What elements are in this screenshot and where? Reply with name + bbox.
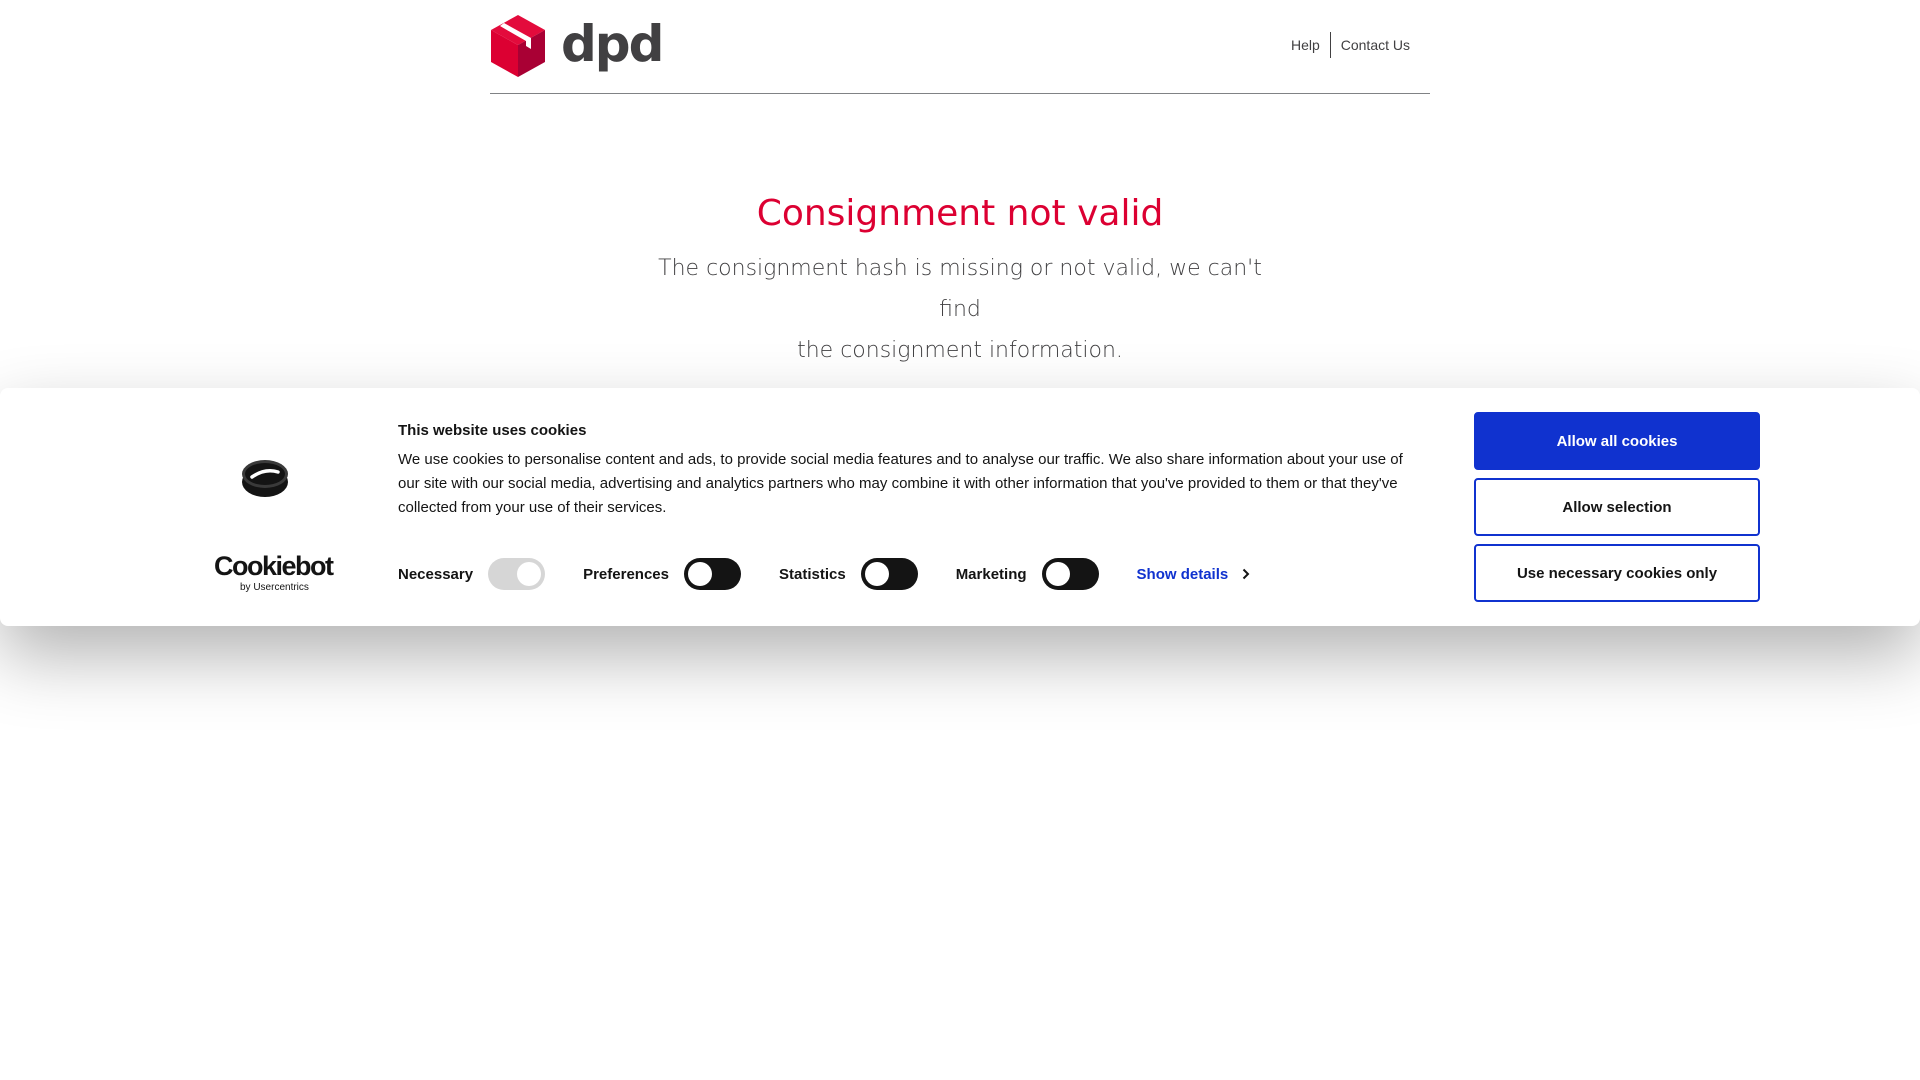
toggle-knob [1045, 562, 1070, 586]
toggle-knob [517, 562, 542, 586]
necessary-label: Necessary [398, 565, 474, 583]
cookiebot-logo: Cookiebot by Usercentrics [200, 458, 334, 608]
show-details-label: Show details [1136, 565, 1229, 583]
dpd-cube-icon [491, 15, 545, 77]
cookiebot-wordmark: Cookiebot [214, 551, 334, 581]
cookiebot-mark-icon [242, 460, 288, 497]
error-title: Consignment not valid [756, 193, 1164, 234]
help-link[interactable]: Help [1281, 32, 1330, 58]
cookiebot-subtext: by Usercentrics [240, 582, 309, 593]
cookie-category-toggles: Necessary Preferences Statistics Marketi… [398, 558, 1250, 590]
toggle-group-preferences: Preferences [583, 558, 741, 590]
toggle-knob [687, 562, 712, 586]
site-header: dpd Help Contact Us [490, 0, 1430, 94]
toggle-group-necessary: Necessary [398, 558, 546, 590]
allow-all-cookies-button[interactable]: Allow all cookies [1474, 412, 1760, 470]
chevron-right-icon [1243, 568, 1250, 580]
preferences-toggle[interactable] [683, 558, 741, 590]
error-message-line-1: The consignment hash is missing or not v… [658, 256, 1262, 322]
toggle-group-statistics: Statistics [779, 558, 918, 590]
preferences-label: Preferences [583, 565, 669, 583]
error-message-line-2: the consignment information. [797, 338, 1123, 363]
necessary-cookies-only-button[interactable]: Use necessary cookies only [1474, 544, 1760, 602]
marketing-toggle[interactable] [1041, 558, 1099, 590]
toggle-knob [864, 562, 889, 586]
contact-us-link[interactable]: Contact Us [1331, 32, 1410, 58]
marketing-label: Marketing [955, 565, 1027, 583]
statistics-label: Statistics [778, 565, 846, 583]
toggle-group-marketing: Marketing [956, 558, 1099, 590]
top-nav: Help Contact Us [1281, 32, 1410, 58]
dpd-wordmark: dpd [561, 15, 664, 73]
error-message: The consignment hash is missing or not v… [640, 248, 1280, 371]
dpd-logo[interactable]: dpd [491, 15, 664, 77]
statistics-toggle[interactable] [860, 558, 918, 590]
cookie-buttons: Allow all cookies Allow selection Use ne… [1474, 412, 1760, 610]
cookie-banner-text: We use cookies to personalise content an… [398, 451, 1403, 516]
allow-selection-button[interactable]: Allow selection [1474, 478, 1760, 536]
cookie-consent-banner: Cookiebot by Usercentrics This website u… [0, 388, 1920, 626]
show-details-link[interactable]: Show details [1137, 566, 1251, 583]
necessary-toggle [488, 558, 546, 590]
cookie-banner-title: This website uses cookies [398, 422, 587, 439]
